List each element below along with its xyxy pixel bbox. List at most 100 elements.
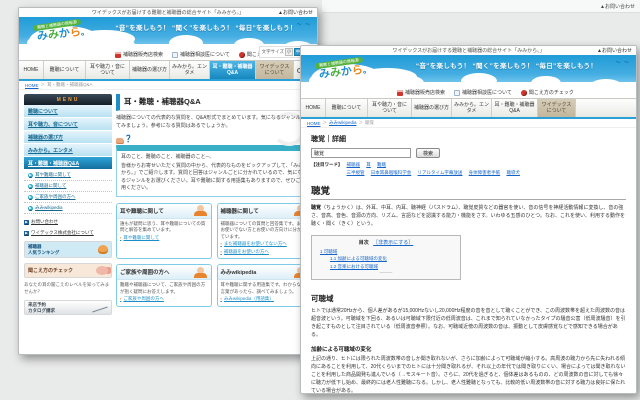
hotword-link[interactable]: 身体障害者手帳 xyxy=(469,170,501,175)
sidebar-item-hearing-loss[interactable]: 難聴について xyxy=(24,105,112,118)
toc-item[interactable]: 1.1 加齢による可聴域の変化 xyxy=(330,255,452,262)
card-hearing-aids: 補聴器に関して 補聴器についての質問と回答集です。まだお使いでない方とお使いの方… xyxy=(216,202,312,260)
contact-link[interactable]: ▲お問い合わせ xyxy=(597,47,632,54)
sidebar-sub-hearing-aids[interactable]: ▶ 補聴器に関して xyxy=(24,181,112,192)
ranking-banner-label: 補聴器 人気ランキング xyxy=(28,244,60,255)
hotword-link[interactable]: 聴導犬 xyxy=(506,170,520,175)
hearing-check-link[interactable]: 聞こえ方のチェック xyxy=(520,89,574,96)
tab-about-widex[interactable]: ワイデックスについて xyxy=(538,99,576,117)
tab-about-hearing-loss[interactable]: 難聴について xyxy=(44,61,86,79)
hotwords-label: 【注目ワード】 xyxy=(311,162,343,167)
card-body-text: 耳や難聴に関する用語集です。わからない言葉があったら、調べてみましょう。 xyxy=(220,282,306,294)
section-body: ヒトでは通常20Hzから、個人差があるが15,000Hzないし20,000Hz程… xyxy=(311,307,626,338)
section-heading-audible-range: 可聴域 xyxy=(311,293,334,303)
link-bullet-icon: ▪ xyxy=(120,234,122,240)
lead-line: 耳のこと、難聴のこと、補聴器のこと─、 xyxy=(121,154,215,160)
site-header: “音”を楽しもう！ “聞く”を楽しもう！ “毎日”を楽しもう！ 〜 〜 難聴と補… xyxy=(19,17,317,60)
sidebar-item-entertainment[interactable]: みみから。エンタメ xyxy=(24,144,112,157)
hearing-check-banner[interactable]: 聞こえ方のチェック xyxy=(24,263,112,278)
tab-choosing-hearing-aid[interactable]: 補聴器の選び方 xyxy=(412,99,452,117)
tab-ears-and-sound[interactable]: 耳や聴力・音について xyxy=(86,61,130,79)
site-description: ワイデックスがお届けする難聴と補聴器の総合サイト「みみから。」 xyxy=(91,10,245,16)
hotwords-block: 【注目ワード】 補聴器 耳 難聴 三半規管 日本耳鼻咽喉科学会 リアルタイム字幕… xyxy=(311,161,626,176)
hotword-link[interactable]: 補聴器 xyxy=(347,162,361,167)
arrow-dot-icon: ▶ xyxy=(28,205,33,211)
card-body-text: 誰もが疑問に思う、耳や難聴についての質問と解答を集めています。 xyxy=(120,220,206,233)
site-tagline: “音”を楽しもう！ “聞く”を楽しもう！ “毎日”を楽しもう！ xyxy=(415,63,598,70)
dictionary-search-button[interactable]: 検索 xyxy=(416,148,441,158)
site-logo[interactable]: 難聴と補聴器の情報源 みみから。 xyxy=(309,56,389,98)
sidebar-contact-link[interactable]: ▶ お問い合わせ xyxy=(24,219,112,225)
sidebar-item-ears-sound[interactable]: 耳や聴力、音について xyxy=(24,118,112,131)
section-body: 上記の通り、ヒトには限られた周波数帯の音しか聞き取れないが、さらに加齢によって可… xyxy=(311,355,626,394)
card-link[interactable]: ▪ ご家族や周囲の方へ xyxy=(120,296,208,303)
qa-main-content: 耳・難聴・補聴器Q&A 補聴器についての代表的な質問を、Q&A形式でまとめていま… xyxy=(116,94,312,315)
backdrop-contact-link[interactable]: ▲お問い合わせ xyxy=(600,3,635,10)
hotwords-list: 補聴器 耳 難聴 三半規管 日本耳鼻咽喉科学会 リアルタイム字幕放送 身体障害者… xyxy=(347,161,525,176)
global-nav: HOME 難聴について 耳や聴力・音について 補聴器の選び方 みみから。エンタメ… xyxy=(19,60,317,81)
card-link[interactable]: ▪ まだ補聴器をお使いでない方へ xyxy=(221,241,309,248)
card-title: 補聴器に関して xyxy=(220,208,259,215)
toc-item[interactable]: 1 可聴域 xyxy=(320,248,452,255)
card-body-text: 補聴器についての質問と回答集です。まだお使いでない方とお使いの方向けに分かれてい… xyxy=(220,220,306,239)
global-nav: HOME 難聴について 耳や聴力・音について 補聴器の選び方 みみから。エンタメ… xyxy=(301,98,636,119)
lead-box: 耳のこと、難聴のこと、補聴器のこと─、 皆様からお寄せいただく質問の中から、代表… xyxy=(116,145,312,197)
breadcrumb-separator: ＞ xyxy=(40,82,46,87)
breadcrumb-separator: ＞ xyxy=(358,120,364,125)
hotword-link[interactable]: 耳 xyxy=(366,162,371,167)
breadcrumb-home[interactable]: HOME xyxy=(25,83,39,88)
table-of-contents: 目次 ［非表示にする］ 1 可聴域 1.1 加齢による可聴域の変化 1.2 音楽… xyxy=(311,235,461,280)
dictionary-search-input[interactable] xyxy=(311,148,411,158)
sidebar-sub-family[interactable]: ▶ ご家族や周囲の方へ xyxy=(24,192,112,203)
tab-home[interactable]: HOME xyxy=(19,61,44,79)
breadcrumb-current: 耳・難聴・補聴器Q&A xyxy=(47,82,93,87)
birds-icon: 〜 〜 xyxy=(296,22,311,28)
toc-toggle-link[interactable]: ［非表示にする］ xyxy=(373,240,413,246)
link-bullet-icon: ▪ xyxy=(120,296,122,302)
font-size-small-button[interactable]: 小 xyxy=(285,48,293,56)
ears-illustration xyxy=(96,266,108,275)
tab-choosing-hearing-aid[interactable]: 補聴器の選び方 xyxy=(130,61,170,79)
breadcrumb-wikipedia[interactable]: みみwikipedia xyxy=(329,120,357,126)
sidebar-menu-header: MENU xyxy=(24,94,112,105)
tab-qa[interactable]: 耳・難聴・補聴器Q&A xyxy=(210,61,256,79)
contact-link[interactable]: ▲お問い合わせ xyxy=(278,9,313,16)
tab-ears-and-sound[interactable]: 耳や聴力・音について xyxy=(368,99,412,117)
arrow-dot-icon: ▶ xyxy=(28,194,33,200)
card-link[interactable]: ▪ 補聴器をお使いの方へ xyxy=(221,249,309,256)
tab-entertainment[interactable]: みみから。エンタメ xyxy=(170,61,210,79)
card-link[interactable]: ▪ 耳や難聴に関して xyxy=(120,235,208,242)
tab-qa[interactable]: 耳・難聴・補聴器Q&A xyxy=(492,99,538,117)
hotword-link[interactable]: 難聴 xyxy=(377,162,386,167)
card-family: ご家族や周囲の方へ 難聴や補聴器について、ご家族や周囲の方が抱く疑問にお答えしま… xyxy=(116,264,212,307)
consult-doctor-link[interactable]: 補聴器相談医について xyxy=(454,89,512,96)
link-bullet-icon: ▪ xyxy=(220,241,222,247)
hotword-link[interactable]: 日本耳鼻咽喉科学会 xyxy=(371,170,412,175)
card-link[interactable]: ▪ みみwikipedia（用語集） xyxy=(221,296,309,303)
toc-item[interactable]: 1.2 音楽における可聴域 xyxy=(330,263,452,270)
store-search-link[interactable]: 補聴器販売店検索 xyxy=(115,51,163,58)
consult-doctor-link[interactable]: 補聴器相談医について xyxy=(172,51,230,58)
tab-entertainment[interactable]: みみから。エンタメ xyxy=(452,99,492,117)
tab-home[interactable]: HOME xyxy=(301,99,326,117)
store-search-link[interactable]: 補聴器販売店検索 xyxy=(397,89,445,96)
ranking-banner[interactable]: 補聴器 人気ランキング xyxy=(24,241,112,258)
visit-catalog-banner[interactable]: 来店予約 カタログ請求 xyxy=(24,300,112,316)
tab-about-hearing-loss[interactable]: 難聴について xyxy=(326,99,368,117)
tab-about-widex[interactable]: ワイデックスについて xyxy=(256,61,294,79)
sidebar-item-choosing[interactable]: 補聴器の選び方 xyxy=(24,131,112,144)
sidebar-sub-ears[interactable]: ▶ 耳や難聴に関して xyxy=(24,170,112,181)
wikipedia-page-window: ワイデックスがお届けする難聴と補聴器の総合サイト「みみから。」 ▲お問い合わせ … xyxy=(300,45,637,394)
site-logo[interactable]: 難聴と補聴器の情報源 みみから。 xyxy=(27,18,107,60)
cloud-puff xyxy=(591,79,621,91)
hotword-link[interactable]: リアルタイム字幕放送 xyxy=(418,170,463,175)
site-tagline: “音”を楽しもう！ “聞く”を楽しもう！ “毎日”を楽しもう！ xyxy=(115,25,297,32)
breadcrumb-home[interactable]: HOME xyxy=(307,121,321,126)
sidebar-widex-link[interactable]: ▶ ワイデックス株式会社について xyxy=(24,230,112,236)
sidebar-item-qa[interactable]: 耳・難聴・補聴器Q&A xyxy=(24,157,112,170)
hearing-check-banner-label: 聞こえ方のチェック xyxy=(28,268,74,274)
sidebar-sub-wikipedia[interactable]: ▶ みみwikipedia xyxy=(24,203,112,214)
person-illustration xyxy=(193,205,208,216)
definition-term: 聴覚 xyxy=(311,205,322,212)
hotword-link[interactable]: 三半規管 xyxy=(347,170,365,175)
